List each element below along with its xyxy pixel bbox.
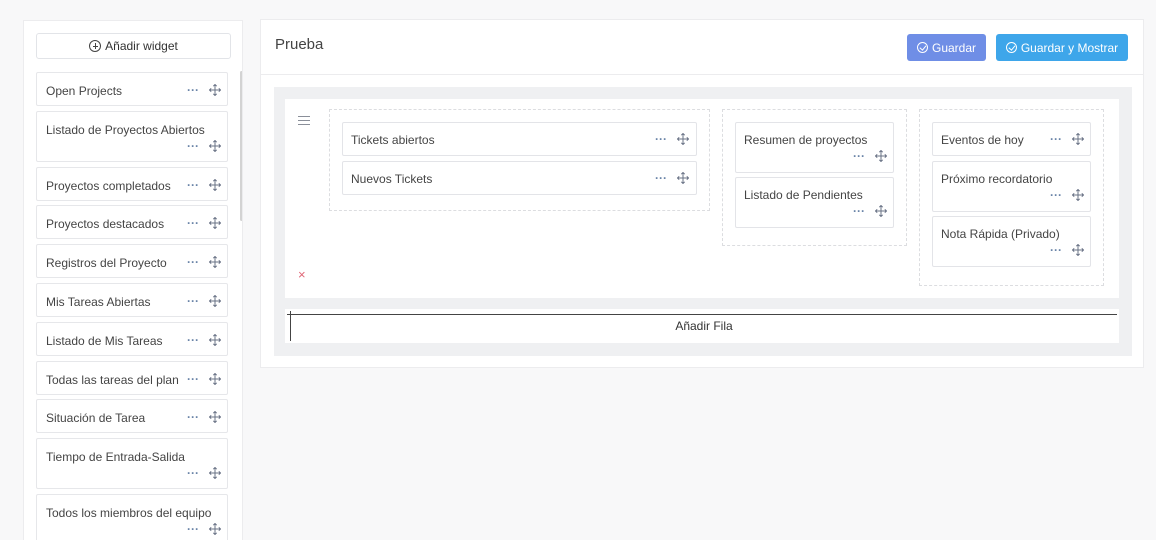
move-arrows-icon[interactable] — [677, 172, 689, 184]
save-and-show-button-label: Guardar y Mostrar — [1020, 40, 1119, 55]
widget-label: Resumen de proyectos — [744, 133, 868, 147]
plus-circle-icon — [89, 40, 102, 52]
add-widget-label: Añadir widget — [105, 39, 178, 53]
more-dots-icon[interactable]: ··· — [655, 172, 667, 184]
widget-label: Registros del Proyecto — [46, 256, 167, 270]
widget-label: Tickets abiertos — [351, 133, 435, 147]
more-dots-icon[interactable]: ··· — [187, 523, 199, 535]
widget-label: Listado de Proyectos Abiertos — [46, 123, 205, 137]
move-arrows-icon[interactable] — [875, 205, 887, 217]
widget-label: Mis Tareas Abiertas — [46, 295, 151, 309]
add-row-label: Añadir Fila — [675, 319, 733, 333]
column-widget[interactable]: Listado de Pendientes ··· — [735, 177, 894, 228]
move-arrows-icon[interactable] — [677, 133, 689, 145]
close-icon[interactable]: × — [298, 268, 306, 281]
sidebar-widget-task-status[interactable]: Situación de Tarea ··· — [36, 399, 228, 433]
column-widget[interactable]: Resumen de proyectos ··· — [735, 122, 894, 173]
page-title: Prueba — [275, 36, 324, 53]
more-dots-icon[interactable]: ··· — [187, 179, 199, 191]
more-dots-icon[interactable]: ··· — [187, 373, 199, 385]
sidebar-widget-all-team-members[interactable]: Todos los miembros del equipo ··· — [36, 494, 228, 540]
more-dots-icon[interactable]: ··· — [187, 467, 199, 479]
widget-label: Proyectos completados — [46, 179, 171, 193]
more-dots-icon[interactable]: ··· — [187, 411, 199, 423]
move-arrows-icon[interactable] — [209, 334, 221, 346]
check-circle-icon — [916, 42, 928, 53]
sidebar-widget-starred-projects[interactable]: Proyectos destacados ··· — [36, 205, 228, 239]
widget-label: Nota Rápida (Privado) — [941, 227, 1060, 241]
sidebar-widget-open-projects[interactable]: Open Projects ··· — [36, 72, 228, 106]
save-button-label: Guardar — [931, 40, 977, 55]
sidebar-widget-all-plan-tasks[interactable]: Todas las tareas del plan ··· — [36, 361, 228, 395]
add-row-button[interactable]: Añadir Fila — [285, 309, 1119, 343]
column-widget[interactable]: Próximo recordatorio ··· — [932, 161, 1091, 212]
more-dots-icon[interactable]: ··· — [187, 140, 199, 152]
sidebar-widget-my-tasks-list[interactable]: Listado de Mis Tareas ··· — [36, 322, 228, 356]
dashboard-canvas: × Tickets abiertos ··· Nuevos Tickets ··… — [274, 87, 1132, 356]
sidebar-widget-my-open-tasks[interactable]: Mis Tareas Abiertas ··· — [36, 283, 228, 317]
widget-label: Open Projects — [46, 84, 123, 98]
column-widget[interactable]: Eventos de hoy ··· — [932, 122, 1091, 156]
dashboard-column-3[interactable]: Eventos de hoy ··· Próximo recordatorio … — [919, 109, 1104, 286]
widget-label: Tiempo de Entrada-Salida — [46, 450, 185, 464]
more-dots-icon[interactable]: ··· — [853, 150, 865, 162]
more-dots-icon[interactable]: ··· — [1050, 244, 1062, 256]
widget-label: Listado de Pendientes — [744, 188, 863, 202]
sidebar-widget-clock-in-out[interactable]: Tiempo de Entrada-Salida ··· — [36, 438, 228, 489]
move-arrows-icon[interactable] — [209, 411, 221, 423]
sidebar-widget-completed-projects[interactable]: Proyectos completados ··· — [36, 167, 228, 201]
more-dots-icon[interactable]: ··· — [187, 217, 199, 229]
move-arrows-icon[interactable] — [209, 467, 221, 479]
widget-label: Listado de Mis Tareas — [46, 334, 163, 348]
dashboard-row: × Tickets abiertos ··· Nuevos Tickets ··… — [285, 99, 1119, 298]
move-arrows-icon[interactable] — [875, 150, 887, 162]
move-arrows-icon[interactable] — [209, 179, 221, 191]
move-arrows-icon[interactable] — [209, 140, 221, 152]
widget-label: Situación de Tarea — [46, 411, 146, 425]
sidebar-scrollbar[interactable] — [240, 71, 242, 221]
dashboard-column-2[interactable]: Resumen de proyectos ··· Listado de Pend… — [722, 109, 907, 246]
widget-label: Todas las tareas del plan — [46, 373, 179, 387]
widget-label: Proyectos destacados — [46, 217, 165, 231]
move-arrows-icon[interactable] — [209, 295, 221, 307]
sidebar-widget-open-projects-list[interactable]: Listado de Proyectos Abiertos ··· — [36, 111, 228, 162]
more-dots-icon[interactable]: ··· — [187, 256, 199, 268]
more-dots-icon[interactable]: ··· — [1050, 133, 1062, 145]
widget-label: Todos los miembros del equipo — [46, 506, 212, 520]
move-arrows-icon[interactable] — [209, 256, 221, 268]
dashboard-column-1[interactable]: Tickets abiertos ··· Nuevos Tickets ··· — [329, 109, 710, 211]
move-arrows-icon[interactable] — [209, 523, 221, 535]
save-and-show-button[interactable]: Guardar y Mostrar — [996, 34, 1128, 61]
column-widget[interactable]: Nota Rápida (Privado) ··· — [932, 216, 1091, 267]
widget-sidebar: Añadir widget Open Projects ··· Listado … — [23, 20, 243, 540]
move-arrows-icon[interactable] — [209, 373, 221, 385]
more-dots-icon[interactable]: ··· — [187, 334, 199, 346]
more-dots-icon[interactable]: ··· — [1050, 189, 1062, 201]
dashboard-editor: Prueba Guardar Guardar y Mostrar × Ticke… — [260, 19, 1144, 368]
more-dots-icon[interactable]: ··· — [187, 84, 199, 96]
column-widget[interactable]: Nuevos Tickets ··· — [342, 161, 697, 195]
add-widget-button[interactable]: Añadir widget — [36, 33, 231, 59]
move-arrows-icon[interactable] — [1072, 189, 1084, 201]
hamburger-icon[interactable] — [298, 116, 310, 126]
check-circle-icon — [1005, 42, 1017, 53]
more-dots-icon[interactable]: ··· — [187, 295, 199, 307]
more-dots-icon[interactable]: ··· — [655, 133, 667, 145]
widget-label: Nuevos Tickets — [351, 172, 433, 186]
column-widget[interactable]: Tickets abiertos ··· — [342, 122, 697, 156]
move-arrows-icon[interactable] — [209, 217, 221, 229]
more-dots-icon[interactable]: ··· — [853, 205, 865, 217]
widget-label: Próximo recordatorio — [941, 172, 1053, 186]
move-arrows-icon[interactable] — [1072, 133, 1084, 145]
widget-label: Eventos de hoy — [941, 133, 1024, 147]
move-arrows-icon[interactable] — [209, 84, 221, 96]
sidebar-widget-project-logs[interactable]: Registros del Proyecto ··· — [36, 244, 228, 278]
editor-header: Prueba Guardar Guardar y Mostrar — [261, 20, 1143, 75]
move-arrows-icon[interactable] — [1072, 244, 1084, 256]
save-button[interactable]: Guardar — [907, 34, 986, 61]
